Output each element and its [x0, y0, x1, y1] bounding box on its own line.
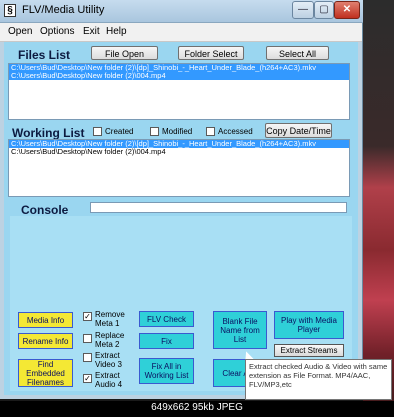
- fix-all-button[interactable]: Fix All in Working List: [139, 358, 194, 384]
- files-list[interactable]: C:\Users\Bud\Desktop\New folder (2)\[dp]…: [8, 63, 350, 120]
- fix-button[interactable]: Fix: [139, 333, 194, 349]
- find-embedded-filenames-button[interactable]: Find Embedded Filenames: [18, 359, 73, 387]
- menu-open[interactable]: Open: [8, 26, 32, 37]
- app-icon: §: [4, 4, 16, 17]
- desktop-background: [363, 0, 394, 417]
- rename-info-button[interactable]: Rename Info: [18, 333, 73, 349]
- file-open-button[interactable]: File Open: [91, 46, 158, 60]
- menu-exit[interactable]: Exit: [83, 26, 100, 37]
- main-panel: Files List File Open Folder Select Selec…: [4, 42, 358, 395]
- working-list-label: Working List: [12, 126, 85, 140]
- select-all-button[interactable]: Select All: [266, 46, 329, 60]
- play-with-media-player-button[interactable]: Play with Media Player: [274, 311, 344, 339]
- menu-options[interactable]: Options: [40, 26, 74, 37]
- menu-bar: Open Options Exit Help: [0, 23, 362, 42]
- title-bar: § FLV/Media Utility — ▢ ✕: [0, 0, 363, 23]
- minimize-button[interactable]: —: [292, 1, 314, 19]
- created-label: Created: [105, 127, 134, 136]
- tooltip: Extract checked Audio & Video with same …: [245, 359, 392, 400]
- extract-audio-checkbox[interactable]: ✓: [83, 374, 92, 383]
- replace-meta-checkbox[interactable]: [83, 334, 92, 343]
- extract-video-label: Extract Video 3: [95, 351, 122, 369]
- remove-meta-checkbox[interactable]: ✓: [83, 312, 92, 321]
- app-window: § FLV/Media Utility — ▢ ✕ Open Options E…: [0, 0, 363, 399]
- copy-date-time-button[interactable]: Copy Date/Time: [265, 123, 332, 138]
- window-title: FLV/Media Utility: [22, 4, 105, 16]
- blank-file-name-button[interactable]: Blank File Name from List: [213, 311, 267, 349]
- modified-label: Modified: [162, 127, 193, 136]
- folder-select-button[interactable]: Folder Select: [178, 46, 244, 60]
- accessed-checkbox[interactable]: [206, 127, 215, 136]
- modified-checkbox[interactable]: [150, 127, 159, 136]
- accessed-label: Accessed: [218, 127, 253, 136]
- image-caption: 649x662 95kb JPEG: [0, 401, 394, 417]
- menu-help[interactable]: Help: [106, 26, 127, 37]
- console-label: Console: [21, 203, 69, 217]
- list-item[interactable]: C:\Users\Bud\Desktop\New folder (2)\004.…: [9, 148, 349, 156]
- working-list[interactable]: C:\Users\Bud\Desktop\New folder (2)\[dp]…: [8, 139, 350, 197]
- media-info-button[interactable]: Media Info: [18, 312, 73, 328]
- flv-check-button[interactable]: FLV Check: [139, 311, 194, 327]
- maximize-button[interactable]: ▢: [314, 1, 334, 19]
- extract-video-checkbox[interactable]: [83, 353, 92, 362]
- files-list-label: Files List: [18, 48, 71, 62]
- replace-meta-label: Replace Meta 2: [95, 331, 125, 349]
- extract-audio-label: Extract Audio 4: [95, 371, 123, 389]
- remove-meta-label: Remove Meta 1: [95, 310, 125, 328]
- extract-streams-button[interactable]: Extract Streams: [274, 344, 344, 357]
- list-item[interactable]: C:\Users\Bud\Desktop\New folder (2)\004.…: [9, 72, 349, 80]
- close-button[interactable]: ✕: [334, 1, 360, 19]
- created-checkbox[interactable]: [93, 127, 102, 136]
- console-field[interactable]: [90, 202, 347, 213]
